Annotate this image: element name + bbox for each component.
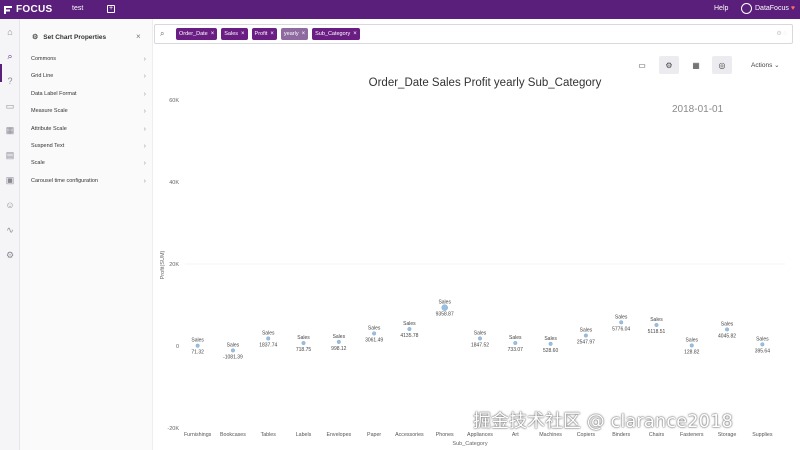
- x-tick-label: Envelopes: [326, 432, 351, 438]
- data-label: 5776.04: [612, 326, 630, 332]
- data-label: 733.07: [508, 347, 524, 353]
- data-point: [230, 348, 235, 353]
- data-label: 4045.82: [718, 333, 736, 339]
- x-tick-label: Paper: [367, 432, 381, 438]
- data-label: 5118.51: [648, 329, 666, 335]
- series-label: Sales: [544, 336, 557, 342]
- series-label: Sales: [403, 321, 416, 327]
- data-point: [266, 336, 271, 341]
- data-point: [336, 339, 341, 344]
- data-label: 71.32: [191, 350, 204, 356]
- data-label: 1847.52: [471, 342, 489, 348]
- x-tick-label: Labels: [296, 432, 312, 438]
- series-label: Sales: [650, 317, 663, 323]
- series-label: Sales: [509, 335, 522, 341]
- data-point: [619, 320, 624, 325]
- data-point: [654, 323, 659, 328]
- y-tick-label: 0: [176, 344, 179, 350]
- data-point: [725, 327, 730, 332]
- data-label: 128.82: [684, 349, 700, 355]
- x-tick-label: Supplies: [752, 432, 773, 438]
- data-label: 9358.87: [436, 312, 454, 318]
- data-label: 4135.78: [400, 333, 418, 339]
- series-label: Sales: [615, 314, 628, 320]
- series-label: Sales: [227, 342, 240, 348]
- x-axis-label: Sub_Category: [452, 441, 487, 447]
- data-label: 3061.49: [365, 337, 383, 343]
- data-label: -1081.39: [223, 354, 243, 360]
- series-label: Sales: [580, 328, 593, 334]
- data-label: 2547.97: [577, 340, 595, 346]
- x-tick-label: Phones: [436, 432, 454, 438]
- series-label: Sales: [721, 321, 734, 327]
- data-point: [689, 343, 694, 348]
- data-label: 528.60: [543, 348, 559, 354]
- data-point: [301, 341, 306, 346]
- data-point: [760, 342, 765, 347]
- data-point: [548, 341, 553, 346]
- data-label: 998.12: [331, 346, 347, 352]
- data-point: [513, 340, 518, 345]
- y-tick-label: 40K: [169, 180, 179, 186]
- data-label: 395.64: [755, 348, 771, 354]
- data-point: [372, 331, 377, 336]
- x-tick-label: Accessories: [395, 432, 424, 438]
- data-point: [407, 327, 412, 332]
- series-label: Sales: [686, 337, 699, 343]
- series-label: Sales: [191, 338, 204, 344]
- y-axis-label: Profit(SUM): [160, 250, 166, 279]
- data-point: [195, 343, 200, 348]
- series-label: Sales: [756, 336, 769, 342]
- x-tick-label: Tables: [261, 432, 277, 438]
- data-point: [478, 336, 483, 341]
- series-label: Sales: [297, 335, 310, 341]
- y-tick-label: -20K: [167, 426, 179, 432]
- watermark-text: 掘金技术社区 @ clarance2018: [473, 411, 733, 432]
- data-label: 1837.74: [259, 342, 277, 348]
- data-label: 718.75: [296, 347, 312, 353]
- series-label: Sales: [333, 334, 346, 340]
- series-label: Sales: [368, 325, 381, 331]
- y-tick-label: 60K: [169, 98, 179, 104]
- x-tick-label: Bookcases: [220, 432, 246, 438]
- series-label: Sales: [474, 330, 487, 336]
- y-tick-label: 20K: [169, 262, 179, 268]
- data-point: [583, 333, 588, 338]
- scatter-chart: 60K 40K 20K 0 -20K Profit(SUM) Sub_Category Sal…: [160, 98, 785, 447]
- series-label: Sales: [438, 300, 451, 306]
- series-label: Sales: [262, 330, 275, 336]
- x-tick-label: Furnishings: [184, 432, 212, 438]
